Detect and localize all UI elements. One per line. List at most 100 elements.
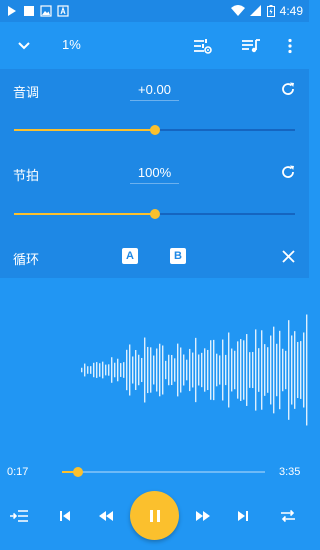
waveform-bar: [129, 344, 131, 396]
waveform-bar: [189, 348, 191, 392]
waveform-bar: [267, 347, 269, 393]
pitch-slider[interactable]: [14, 123, 295, 137]
waveform-bar: [213, 339, 215, 401]
waveform-bar: [141, 357, 143, 383]
loop-point-b-button[interactable]: B: [170, 248, 186, 264]
more-options-button[interactable]: [270, 22, 310, 69]
waveform-bar: [126, 349, 128, 391]
chevron-down-icon: [18, 41, 30, 49]
fast-rewind-icon: [99, 511, 113, 521]
skip-next-icon: [238, 511, 248, 521]
total-time: 3:35: [279, 466, 301, 478]
waveform-bar: [204, 348, 206, 392]
seek-bar-thumb[interactable]: [73, 467, 84, 477]
previous-track-button[interactable]: [53, 505, 77, 527]
repeat-mode-button[interactable]: [276, 505, 300, 527]
pitch-value[interactable]: +0.00: [130, 82, 179, 101]
waveform-bar: [234, 350, 236, 390]
waveform-bar: [171, 354, 173, 386]
next-track-button[interactable]: [231, 505, 255, 527]
pause-button[interactable]: [130, 491, 179, 540]
waveform-bar: [195, 337, 197, 403]
waveform-bar: [243, 340, 245, 400]
close-icon: [281, 249, 295, 263]
seek-bar[interactable]: [62, 465, 265, 479]
a-notification-icon: [57, 5, 69, 17]
waveform-bar: [108, 364, 110, 376]
play-notification-icon: [8, 6, 16, 16]
waveform-bar: [177, 343, 179, 397]
waveform-bar: [228, 332, 230, 408]
loop-panel: 循环 A B: [0, 236, 309, 278]
tempo-slider-fill: [14, 213, 155, 215]
waveform-bar: [123, 362, 125, 378]
waveform-bar: [246, 334, 248, 406]
waveform-bar: [168, 354, 170, 386]
square-notification-icon: [24, 6, 34, 16]
waveform-bar: [147, 346, 149, 394]
waveform-bar: [261, 330, 263, 410]
loop-label: 循环: [13, 252, 40, 267]
waveform-bar: [288, 320, 290, 420]
pitch-slider-fill: [14, 129, 155, 131]
waveform-bar: [186, 359, 188, 381]
waveform-bar: [180, 347, 182, 393]
waveform-bar: [219, 355, 221, 385]
fast-forward-button[interactable]: [191, 505, 215, 527]
tempo-slider[interactable]: [14, 207, 295, 221]
waveform-bar: [198, 354, 200, 386]
pause-icon: [149, 509, 160, 522]
equalizer-settings-button[interactable]: [183, 22, 223, 69]
clock: 4:49: [279, 4, 303, 18]
waveform-bar: [303, 332, 305, 408]
waveform-bar: [210, 340, 212, 400]
waveform-bar: [255, 329, 257, 411]
tempo-label: 节拍: [13, 168, 40, 183]
waveform-bar: [93, 362, 95, 378]
waveform-bar: [282, 348, 284, 392]
close-loop-button[interactable]: [279, 247, 297, 265]
queue-music-icon: [242, 38, 260, 52]
pitch-label: 音调: [13, 85, 40, 100]
tempo-panel: 节拍 100%: [0, 152, 309, 236]
waveform-bar: [111, 357, 113, 383]
wifi-icon: [230, 5, 245, 16]
pitch-panel: 音调 +0.00: [0, 69, 309, 152]
pitch-reset-button[interactable]: [277, 78, 299, 100]
waveform-bar: [273, 326, 275, 414]
waveform-bar: [276, 343, 278, 397]
playlist-add-button[interactable]: [7, 505, 31, 527]
waveform-bar: [207, 349, 209, 391]
waveform-bar: [240, 339, 242, 401]
tempo-reset-button[interactable]: [277, 161, 299, 183]
rewind-button[interactable]: [94, 505, 118, 527]
waveform-bar: [138, 354, 140, 386]
skip-previous-icon: [60, 511, 70, 521]
waveform-bar: [174, 358, 176, 382]
waveform-bar: [201, 352, 203, 388]
waveform-bar: [306, 314, 308, 426]
seek-bar-track: [62, 471, 265, 473]
waveform-bar: [90, 366, 92, 374]
waveform-bar: [99, 363, 101, 377]
waveform-bar: [222, 339, 224, 401]
waveform-bar: [84, 363, 86, 377]
waveform-bar: [291, 335, 293, 405]
repeat-icon: [281, 509, 295, 523]
loop-point-a-button[interactable]: A: [122, 248, 138, 264]
collapse-button[interactable]: [4, 22, 44, 69]
waveform-bar: [81, 367, 83, 373]
waveform-bar: [264, 344, 266, 396]
battery-icon: [266, 5, 275, 17]
tempo-value[interactable]: 100%: [130, 165, 179, 184]
waveform-bar: [237, 341, 239, 399]
waveform-bar: [225, 354, 227, 386]
waveform-bar: [162, 345, 164, 395]
waveform-bar: [252, 351, 254, 389]
pitch-slider-thumb[interactable]: [149, 125, 160, 135]
playlist-button[interactable]: [231, 22, 271, 69]
waveform[interactable]: [0, 278, 309, 458]
waveform-bar: [105, 364, 107, 376]
tempo-slider-thumb[interactable]: [149, 209, 160, 219]
waveform-bar: [153, 355, 155, 385]
